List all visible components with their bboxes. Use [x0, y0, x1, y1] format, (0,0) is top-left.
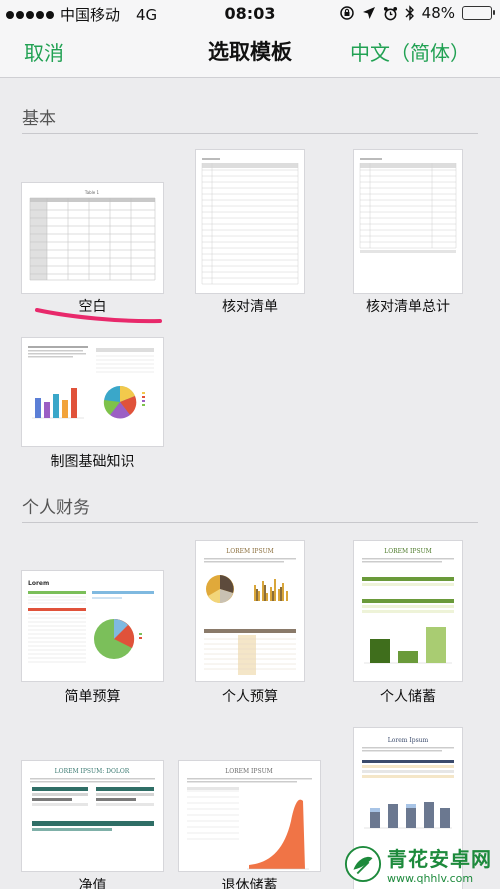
template-checklist-total[interactable]: 核对清单总计 [354, 150, 462, 315]
template-label: 空白 [78, 299, 107, 315]
status-right: 48% [339, 4, 495, 22]
template-label: 净值 [78, 878, 107, 889]
template-thumbnail [196, 150, 304, 293]
cancel-button[interactable]: 取消 [24, 37, 64, 66]
checklist-total-preview [359, 158, 457, 253]
watermark-logo-icon [344, 845, 382, 883]
thumb-title: LOREM IPSUM [226, 548, 274, 555]
retirement-savings-preview: LOREM IPSUM [187, 768, 312, 870]
template-simple-budget[interactable]: Lorem 简单预算 [22, 571, 163, 705]
section-header-basic: 基本 [22, 109, 56, 129]
alarm-icon [383, 6, 397, 20]
language-button[interactable]: 中文（简体） [350, 37, 470, 66]
thumb-title: LOREM IPSUM: DOLOR [55, 768, 130, 775]
location-icon [362, 7, 375, 19]
blank-table-preview: Table 1 [29, 190, 156, 281]
battery-icon [462, 6, 495, 20]
template-thumbnail: Table 1 [22, 183, 163, 293]
section-divider [22, 522, 478, 523]
rotation-lock-icon [339, 6, 354, 20]
template-thumbnail [22, 338, 163, 446]
template-net-worth[interactable]: LOREM IPSUM: DOLOR 净值 [22, 761, 163, 889]
thumb-title: Lorem [28, 580, 49, 587]
watermark-name: 青花安卓网 [387, 847, 492, 871]
template-personal-budget[interactable]: LOREM IPSUM 个人预算 [196, 541, 304, 705]
checklist-preview [201, 158, 299, 285]
template-label: 核对清单总计 [366, 299, 450, 315]
net-worth-preview: LOREM IPSUM: DOLOR [30, 768, 155, 831]
thumb-title: LOREM IPSUM [225, 768, 273, 775]
template-thumbnail: LOREM IPSUM [179, 761, 320, 871]
template-label: 核对清单 [222, 299, 278, 315]
battery-percent: 48% [421, 4, 455, 22]
template-label: 个人储蓄 [380, 689, 436, 705]
bluetooth-icon [405, 5, 414, 21]
template-thumbnail: LOREM IPSUM: DOLOR [22, 761, 163, 871]
section-divider [22, 133, 478, 134]
thumb-title: Lorem Ipsum [388, 737, 429, 744]
thumb-title: Table 1 [84, 190, 100, 195]
personal-savings-preview: LOREM IPSUM [362, 548, 454, 664]
chart-basics-preview [28, 346, 154, 419]
template-thumbnail [354, 150, 462, 293]
watermark-url: www.qhhlv.com [387, 872, 474, 885]
section-header-personal-finance: 个人财务 [22, 498, 90, 518]
template-checklist[interactable]: 核对清单 [196, 150, 304, 315]
template-label: 退休储蓄 [221, 878, 278, 889]
template-personal-savings[interactable]: LOREM IPSUM 个人储蓄 [354, 541, 462, 705]
template-chart-basics[interactable]: 制图基础知识 [22, 338, 163, 470]
template-label: 制图基础知识 [50, 454, 135, 470]
watermark: 青花安卓网 www.qhhlv.com [344, 843, 492, 885]
status-bar: 中国移动 4G 08:03 48% [0, 0, 500, 26]
template-blank[interactable]: Table 1 空白 [22, 183, 163, 315]
template-label: 简单预算 [64, 689, 121, 705]
personal-budget-preview: LOREM IPSUM [204, 548, 296, 675]
template-retirement-savings[interactable]: LOREM IPSUM 退休储蓄 [179, 761, 320, 889]
template-thumbnail: LOREM IPSUM [196, 541, 304, 681]
nav-bar: 取消 选取模板 中文（简体） [0, 26, 500, 78]
simple-budget-preview: Lorem [28, 580, 154, 663]
template-label: 个人预算 [222, 689, 278, 705]
template-thumbnail: Lorem [22, 571, 163, 681]
template-thumbnail: LOREM IPSUM [354, 541, 462, 681]
thumb-title: LOREM IPSUM [384, 548, 432, 555]
